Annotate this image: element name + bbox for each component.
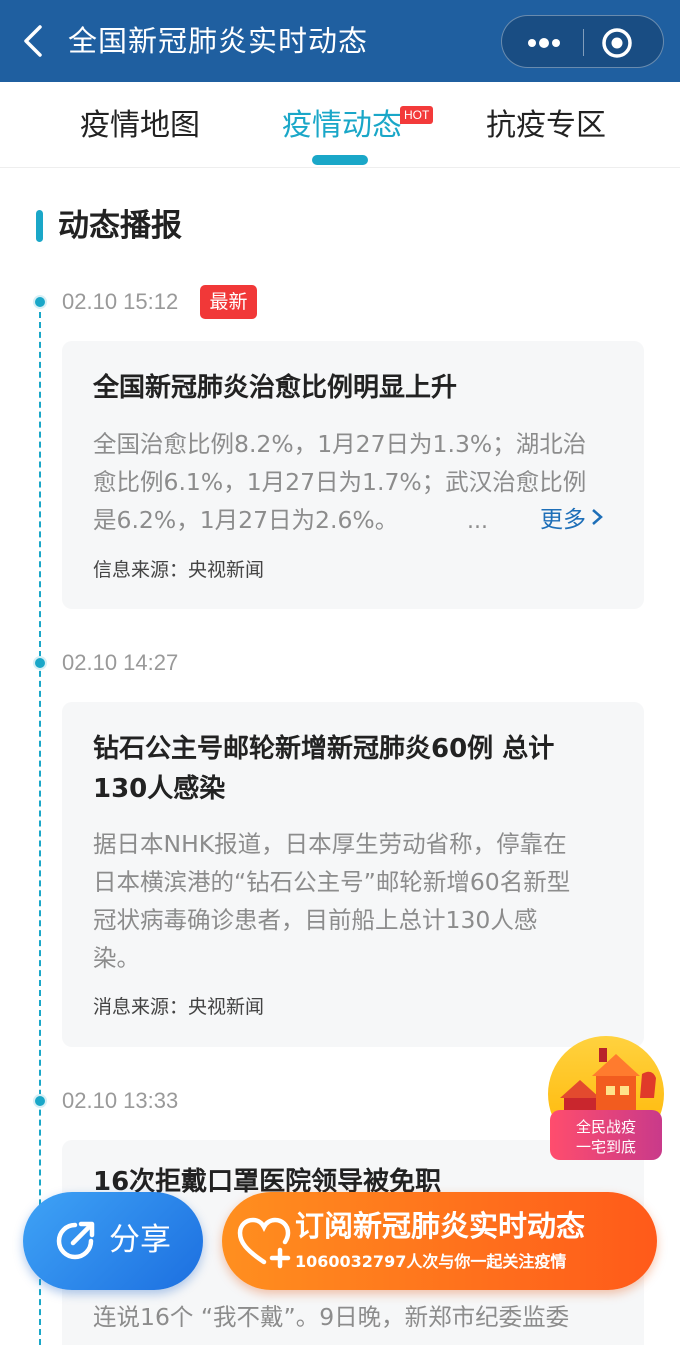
news-text-line: 冠状病毒确诊患者，目前船上总计130人感 bbox=[93, 906, 538, 934]
share-label: 分享 bbox=[109, 1222, 171, 1258]
news-card[interactable]: 钻石公主号邮轮新增新冠肺炎60例 总计 130人感染 据日本NHK报道，日本厚生… bbox=[62, 702, 644, 1047]
newest-badge: 最新 bbox=[200, 285, 257, 319]
item-time: 02.10 13:33 bbox=[62, 1088, 179, 1113]
tab-epidemic-dynamics[interactable]: 疫情动态 bbox=[282, 104, 402, 148]
news-text-line: 全国治愈比例8.2%，1月27日为1.3%；湖北治 bbox=[93, 430, 587, 458]
text-ellipsis: ... bbox=[467, 509, 488, 534]
top-navigation-bar: 全国新冠肺炎实时动态 bbox=[0, 0, 680, 82]
share-icon bbox=[56, 1221, 95, 1260]
news-text-line: 据日本NHK报道，日本厚生劳动省称，停靠在 bbox=[93, 830, 567, 858]
item-time: 02.10 14:27 bbox=[62, 650, 179, 675]
share-button[interactable]: 分享 bbox=[23, 1192, 203, 1290]
subscribe-title: 订阅新冠肺炎实时动态 bbox=[295, 1209, 586, 1243]
news-title-line: 130人感染 bbox=[93, 774, 226, 804]
news-text-line: 染。 bbox=[93, 944, 140, 972]
timeline-line bbox=[39, 302, 41, 1345]
heart-plus-icon bbox=[237, 1217, 291, 1269]
back-icon[interactable] bbox=[20, 24, 48, 58]
item-time: 02.10 15:12 bbox=[62, 289, 179, 314]
timeline-dot bbox=[33, 1094, 47, 1108]
page-title: 全国新冠肺炎实时动态 bbox=[68, 24, 369, 58]
active-tab-indicator bbox=[312, 155, 368, 165]
more-link-label: 更多 bbox=[540, 507, 586, 533]
tab-epidemic-map[interactable]: 疫情地图 bbox=[80, 104, 200, 148]
hot-badge: HOT bbox=[400, 106, 434, 124]
subscribe-button[interactable]: 订阅新冠肺炎实时动态 1060032797人次与你一起关注疫情 bbox=[222, 1192, 657, 1290]
news-title-line: 钻石公主号邮轮新增新冠肺炎60例 总计 bbox=[93, 734, 555, 764]
subscribe-subtitle: 1060032797人次与你一起关注疫情 bbox=[295, 1252, 567, 1271]
miniprogram-capsule bbox=[501, 15, 664, 68]
news-source: 消息来源：央视新闻 bbox=[93, 996, 265, 1018]
news-text-line: 是6.2%，1月27日为2.6%。 bbox=[93, 506, 399, 534]
campaign-house-icon: 全民战疫 一宅到底 bbox=[548, 1036, 664, 1160]
timeline-dot bbox=[33, 295, 47, 309]
campaign-line1: 全民战疫 bbox=[576, 1118, 636, 1136]
more-icon[interactable] bbox=[520, 30, 568, 56]
news-source: 信息来源：央视新闻 bbox=[93, 559, 265, 581]
chevron-right-icon bbox=[592, 509, 603, 525]
tab-bar: 疫情地图 疫情动态 HOT 抗疫专区 bbox=[0, 82, 680, 168]
news-text-line: 愈比例6.1%，1月27日为1.7%；武汉治愈比例 bbox=[93, 468, 587, 496]
campaign-float-badge[interactable]: 全民战疫 一宅到底 bbox=[546, 1036, 666, 1162]
news-text-line: 日本横滨港的“钻石公主号”邮轮新增60名新型 bbox=[93, 868, 571, 896]
news-text-line: 连说16个 “我不戴”。9日晚，新郑市纪委监委 bbox=[93, 1303, 570, 1331]
close-target-icon[interactable] bbox=[600, 26, 634, 60]
tab-anti-epidemic-zone[interactable]: 抗疫专区 bbox=[486, 104, 606, 148]
news-title: 全国新冠肺炎治愈比例明显上升 bbox=[93, 373, 458, 403]
capsule-divider bbox=[583, 29, 584, 56]
news-card[interactable]: 全国新冠肺炎治愈比例明显上升 全国治愈比例8.2%，1月27日为1.3%；湖北治… bbox=[62, 341, 644, 609]
section-accent-bar bbox=[36, 210, 43, 242]
timeline-dot bbox=[33, 656, 47, 670]
campaign-line2: 一宅到底 bbox=[576, 1138, 636, 1156]
more-link[interactable]: 更多 bbox=[540, 501, 604, 539]
section-title: 动态播报 bbox=[58, 208, 182, 244]
